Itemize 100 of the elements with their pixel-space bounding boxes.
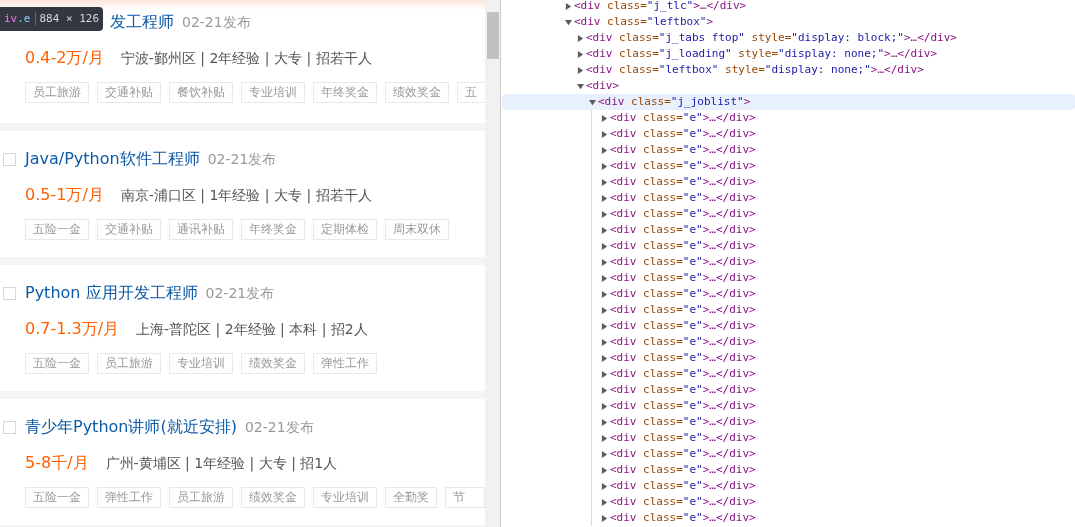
html-tag-text: <div class="e">…</div> — [610, 398, 756, 414]
benefit-tag: 通讯补贴 — [169, 219, 233, 240]
dom-node[interactable]: <div class="e">…</div> — [502, 462, 1075, 478]
benefit-tag: 绩效奖金 — [385, 82, 449, 103]
job-details: 广州-黄埔区 | 1年经验 | 大专 | 招1人 — [105, 453, 338, 474]
dom-node[interactable]: <div class="e">…</div> — [502, 318, 1075, 334]
job-title-link[interactable]: Python 应用开发工程师 — [25, 281, 198, 305]
html-tag-text: <div class="e">…</div> — [610, 206, 756, 222]
html-tag-text: <div class="e">…</div> — [610, 110, 756, 126]
html-tag-text: <div class="e">…</div> — [610, 318, 756, 334]
html-tag-text: <div class="e">…</div> — [610, 334, 756, 350]
benefit-tag: 五险一金 — [25, 487, 89, 508]
html-tag-text: <div class="e">…</div> — [610, 238, 756, 254]
benefit-tag: 专业培训 — [169, 353, 233, 374]
html-tag-text: <div class="e">…</div> — [610, 478, 756, 494]
benefit-tag: 绩效奖金 — [241, 487, 305, 508]
dom-node[interactable]: <div class="e">…</div> — [502, 238, 1075, 254]
html-tag-text: <div class="j_loading" style="display: none;">…</div> — [586, 46, 938, 62]
job-details: 宁波-鄞州区 | 2年经验 | 大专 | 招若干人 — [120, 48, 372, 69]
dom-node[interactable]: <div class="e">…</div> — [502, 382, 1075, 398]
dom-node[interactable]: <div class="e">…</div> — [502, 430, 1075, 446]
html-tag-text: <div class="e">…</div> — [610, 254, 756, 270]
dom-node[interactable]: <div class="e">…</div> — [502, 478, 1075, 494]
dom-node[interactable]: <div class="e">…</div> — [502, 366, 1075, 382]
benefit-tag: 节 — [445, 487, 485, 508]
checkbox[interactable] — [3, 152, 16, 166]
benefit-tag: 年终奖金 — [241, 219, 305, 240]
scrollbar-thumb[interactable] — [486, 12, 499, 59]
html-tag-text: <div class="e">…</div> — [610, 430, 756, 446]
job-details: 上海-普陀区 | 2年经验 | 本科 | 招2人 — [136, 319, 368, 340]
post-date: 02-21发布 — [207, 149, 277, 169]
dom-node[interactable]: <div class="e">…</div> — [502, 254, 1075, 270]
html-tag-text: <div class="e">…</div> — [610, 414, 756, 430]
dom-node[interactable]: <div class="e">…</div> — [502, 286, 1075, 302]
benefit-tag: 弹性工作 — [97, 487, 161, 508]
html-tag-text: <div class="e">…</div> — [610, 190, 756, 206]
benefit-tag: 员工旅游 — [97, 353, 161, 374]
salary: 0.5-1万/月 — [25, 184, 104, 206]
html-tag-text: <div class="e">…</div> — [610, 158, 756, 174]
job-title-link[interactable]: 青少年Python讲师(就近安排) — [25, 415, 237, 439]
dom-node[interactable]: <div class="e">…</div> — [502, 270, 1075, 286]
dom-node[interactable]: <div class="j_tlc">…</div> — [502, 0, 1075, 14]
checkbox[interactable] — [3, 286, 16, 300]
benefit-tag: 专业培训 — [241, 82, 305, 103]
dom-node[interactable]: <div class="e">…</div> — [502, 510, 1075, 526]
post-date: 02-21发布 — [205, 283, 275, 303]
salary: 0.4-2万/月 — [25, 47, 104, 69]
scrollbar[interactable] — [485, 0, 500, 527]
dom-node[interactable]: <div class="e">…</div> — [502, 174, 1075, 190]
benefit-tag: 员工旅游 — [169, 487, 233, 508]
html-tag-text: <div class="e">…</div> — [610, 350, 756, 366]
html-tag-text: <div class="e">…</div> — [610, 446, 756, 462]
html-tag-text: <div class="e">…</div> — [610, 302, 756, 318]
html-tag-text: <div class="e">…</div> — [610, 174, 756, 190]
benefit-tag: 绩效奖金 — [241, 353, 305, 374]
benefit-tag: 弹性工作 — [313, 353, 377, 374]
job-details: 南京-浦口区 | 1年经验 | 大专 | 招若干人 — [120, 185, 372, 206]
html-tag-text: <div class="e">…</div> — [610, 494, 756, 510]
dom-node[interactable]: <div class="e">…</div> — [502, 494, 1075, 510]
benefit-tag: 五险一金 — [25, 219, 89, 240]
html-tag-text: <div class="e">…</div> — [610, 126, 756, 142]
dom-node[interactable]: <div> — [502, 78, 1075, 94]
dom-node[interactable]: <div class="e">…</div> — [502, 126, 1075, 142]
expand-arrow-icon[interactable] — [565, 2, 572, 10]
dom-node[interactable]: <div class="j_tabs ftop" style="display: block;">…</div> — [502, 30, 1075, 46]
html-tag-text: <div class="e">…</div> — [610, 270, 756, 286]
salary: 5-8千/月 — [25, 452, 89, 474]
dom-node[interactable]: <div class="e">…</div> — [502, 398, 1075, 414]
benefit-tag: 定期体检 — [313, 219, 377, 240]
html-tag-text: <div class="e">…</div> — [610, 286, 756, 302]
dom-node[interactable]: <div class="e">…</div> — [502, 350, 1075, 366]
dom-node[interactable]: <div class="e">…</div> — [502, 446, 1075, 462]
job-title-link[interactable]: Java/Python软件工程师 — [25, 147, 200, 171]
benefit-tag: 年终奖金 — [313, 82, 377, 103]
salary: 0.7-1.3万/月 — [25, 318, 120, 340]
post-date: 02-21发布 — [244, 417, 314, 437]
dom-node[interactable]: <div class="e">…</div> — [502, 158, 1075, 174]
checkbox[interactable] — [3, 420, 16, 434]
dom-node[interactable]: <div class="e">…</div> — [502, 142, 1075, 158]
benefit-tag: 全勤奖 — [385, 487, 437, 508]
benefit-tag: 专业培训 — [313, 487, 377, 508]
html-tag-text: <div class="j_tlc">…</div> — [574, 0, 747, 14]
dom-node[interactable]: <div class="e">…</div> — [502, 414, 1075, 430]
dom-node[interactable]: <div class="j_joblist"> — [502, 94, 1075, 110]
html-tag-text: <div class="e">…</div> — [610, 366, 756, 382]
dom-node[interactable]: <div class="e">…</div> — [502, 206, 1075, 222]
element-tooltip: iv.e 884 × 126 — [0, 7, 104, 31]
dom-node[interactable]: <div class="e">…</div> — [502, 222, 1075, 238]
html-tag-text: <div> — [586, 78, 620, 94]
dom-node[interactable]: <div class="leftbox" style="display: none;">…</div> — [502, 62, 1075, 78]
dom-node[interactable]: <div class="e">…</div> — [502, 334, 1075, 350]
job-title-link[interactable]: 发工程师 — [110, 10, 174, 34]
dom-node[interactable]: <div class="e">…</div> — [502, 190, 1075, 206]
dom-node[interactable]: <div class="leftbox"> — [502, 14, 1075, 30]
dom-node[interactable]: <div class="j_loading" style="display: none;">…</div> — [502, 46, 1075, 62]
dom-node[interactable]: <div class="e">…</div> — [502, 302, 1075, 318]
html-tag-text: <div class="j_joblist"> — [598, 94, 751, 110]
collapse-arrow-icon[interactable] — [565, 18, 572, 26]
dom-node[interactable]: <div class="e">…</div> — [502, 110, 1075, 126]
benefit-tag: 交通补贴 — [97, 82, 161, 103]
